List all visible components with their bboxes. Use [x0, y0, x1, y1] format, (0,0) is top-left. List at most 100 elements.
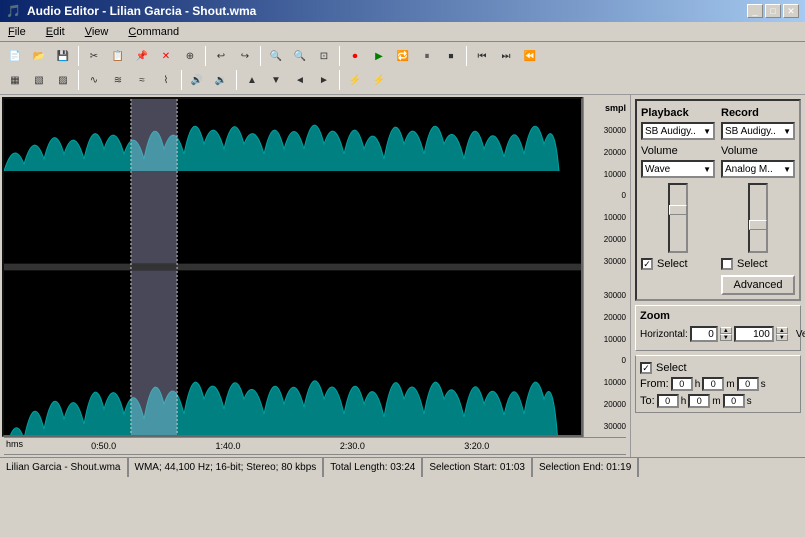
status-sel-start: Selection Start: 01:03	[423, 458, 533, 477]
record-group: Record SB Audigy.. ▼ Volume Analog M.. ▼	[721, 107, 795, 295]
tb-vol-dn[interactable]: 🔉	[210, 69, 232, 91]
tb-stop[interactable]: ⏹	[440, 45, 462, 67]
scale-30000-4: 30000	[604, 422, 626, 431]
select-fromto: Select From: h m s To: h m s	[635, 355, 801, 413]
tb-zoom-out[interactable]: 🔍	[289, 45, 311, 67]
tb-save[interactable]: 💾	[52, 45, 74, 67]
to-h-sep: h	[681, 396, 687, 407]
menu-command[interactable]: Command	[124, 25, 183, 39]
window-title: Audio Editor - Lilian Garcia - Shout.wma	[27, 4, 256, 18]
from-m-sep: m	[726, 379, 734, 390]
tb-rewind[interactable]: ⏪	[519, 45, 541, 67]
tb-sel-inv[interactable]: ▨	[52, 69, 74, 91]
tb-delete[interactable]: ✕	[155, 45, 177, 67]
record-select-label: Select	[737, 258, 768, 270]
record-channel-value: Analog M..	[725, 164, 773, 175]
playback-volume-slider[interactable]	[668, 183, 688, 253]
maximize-button[interactable]: □	[765, 4, 781, 18]
tb-eq4[interactable]: ►	[313, 69, 335, 91]
tb-eq1[interactable]: ▲	[241, 69, 263, 91]
tb-copy[interactable]: 📋	[107, 45, 129, 67]
from-label: From:	[640, 378, 669, 390]
status-sel-end: Selection End: 01:19	[533, 458, 639, 477]
to-s-sep: s	[747, 396, 752, 407]
tb-effect4[interactable]: ⌇	[155, 69, 177, 91]
time-320: 3:20.0	[464, 441, 489, 451]
zoom-h-value[interactable]	[734, 326, 774, 342]
from-s[interactable]	[737, 377, 759, 391]
record-channel-combo[interactable]: Analog M.. ▼	[721, 160, 795, 178]
tb-next[interactable]: ⏭	[495, 45, 517, 67]
toolbar-row-2: ▦ ▧ ▨ ∿ ≋ ≈ ⌇ 🔊 🔉 ▲ ▼ ◄ ► ⚡ ⚡	[4, 68, 801, 92]
zoom-h-start-spin: ▲ ▼	[720, 327, 732, 341]
status-filename: Lilian Garcia - Shout.wma	[0, 458, 129, 477]
from-h[interactable]	[671, 377, 693, 391]
zoom-h-up[interactable]: ▲	[776, 327, 788, 334]
tb-new[interactable]: 📄	[4, 45, 26, 67]
to-m[interactable]	[688, 394, 710, 408]
tb-sel-none[interactable]: ▧	[28, 69, 50, 91]
scale-30000-3: 30000	[604, 291, 626, 300]
sep9	[339, 70, 340, 90]
waveform-with-scale: smpl 30000 20000 10000 0 10000 20000 300…	[2, 97, 628, 437]
close-button[interactable]: ✕	[783, 4, 799, 18]
time-50: 0:50.0	[91, 441, 116, 451]
tb-undo[interactable]: ↩	[210, 45, 232, 67]
zoom-row: Horizontal: ▲ ▼ ▲ ▼ Vertical:	[640, 326, 796, 342]
playback-device-combo[interactable]: SB Audigy.. ▼	[641, 122, 715, 140]
record-device-combo[interactable]: SB Audigy.. ▼	[721, 122, 795, 140]
toolbar-row-1: 📄 📂 💾 ✂ 📋 📌 ✕ ⊕ ↩ ↪ 🔍 🔍 ⊡ ⏺ ▶ 🔁 ⏸ ⏹ ⏮ ⏭ …	[4, 44, 801, 68]
advanced-button[interactable]: Advanced	[721, 275, 795, 295]
sel-checkbox[interactable]	[640, 362, 652, 374]
zoom-h-start[interactable]	[690, 326, 718, 342]
from-m[interactable]	[702, 377, 724, 391]
scale-10000-3: 10000	[604, 335, 626, 344]
tb-ch1[interactable]: ⚡	[344, 69, 366, 91]
tb-loop[interactable]: 🔁	[392, 45, 414, 67]
record-volume-slider[interactable]	[748, 183, 768, 253]
minimize-button[interactable]: _	[747, 4, 763, 18]
tb-zoom-fit[interactable]: ⊡	[313, 45, 335, 67]
menu-file[interactable]: File	[4, 25, 30, 39]
playback-slider-thumb[interactable]	[669, 205, 687, 215]
tb-cut[interactable]: ✂	[83, 45, 105, 67]
menu-edit[interactable]: Edit	[42, 25, 69, 39]
tb-effect3[interactable]: ≈	[131, 69, 153, 91]
record-select-checkbox[interactable]	[721, 258, 733, 270]
tb-vol-up[interactable]: 🔊	[186, 69, 208, 91]
tb-paste[interactable]: 📌	[131, 45, 153, 67]
record-slider-thumb[interactable]	[749, 220, 767, 230]
tb-open[interactable]: 📂	[28, 45, 50, 67]
scale-10000-4: 10000	[604, 378, 626, 387]
tb-eq2[interactable]: ▼	[265, 69, 287, 91]
tb-zoom-in[interactable]: 🔍	[265, 45, 287, 67]
status-length: Total Length: 03:24	[324, 458, 423, 477]
time-ruler: hms 0:50.0 1:40.0 2:30.0 3:20.0	[4, 437, 626, 455]
tb-pause[interactable]: ⏸	[416, 45, 438, 67]
tb-redo[interactable]: ↪	[234, 45, 256, 67]
zoom-h-start-dn[interactable]: ▼	[720, 334, 732, 341]
zoom-h-field: Horizontal: ▲ ▼ ▲ ▼	[640, 326, 788, 342]
menu-view[interactable]: View	[81, 25, 113, 39]
zoom-h-start-up[interactable]: ▲	[720, 327, 732, 334]
sep5	[466, 46, 467, 66]
tb-ch2[interactable]: ⚡	[368, 69, 390, 91]
tb-sel-all[interactable]: ▦	[4, 69, 26, 91]
scale-bar: smpl 30000 20000 10000 0 10000 20000 300…	[583, 97, 628, 437]
tb-effect2[interactable]: ≋	[107, 69, 129, 91]
tb-mixpaste[interactable]: ⊕	[179, 45, 201, 67]
playback-select-label: Select	[657, 258, 688, 270]
zoom-h-dn[interactable]: ▼	[776, 334, 788, 341]
playback-select-checkbox[interactable]	[641, 258, 653, 270]
tb-effect1[interactable]: ∿	[83, 69, 105, 91]
playback-channel-combo[interactable]: Wave ▼	[641, 160, 715, 178]
waveform-display[interactable]	[2, 97, 583, 437]
record-channel-arrow: ▼	[783, 165, 791, 174]
to-h[interactable]	[657, 394, 679, 408]
tb-prev[interactable]: ⏮	[471, 45, 493, 67]
tb-record[interactable]: ⏺	[344, 45, 366, 67]
tb-eq3[interactable]: ◄	[289, 69, 311, 91]
to-s[interactable]	[723, 394, 745, 408]
sep2	[205, 46, 206, 66]
tb-play[interactable]: ▶	[368, 45, 390, 67]
